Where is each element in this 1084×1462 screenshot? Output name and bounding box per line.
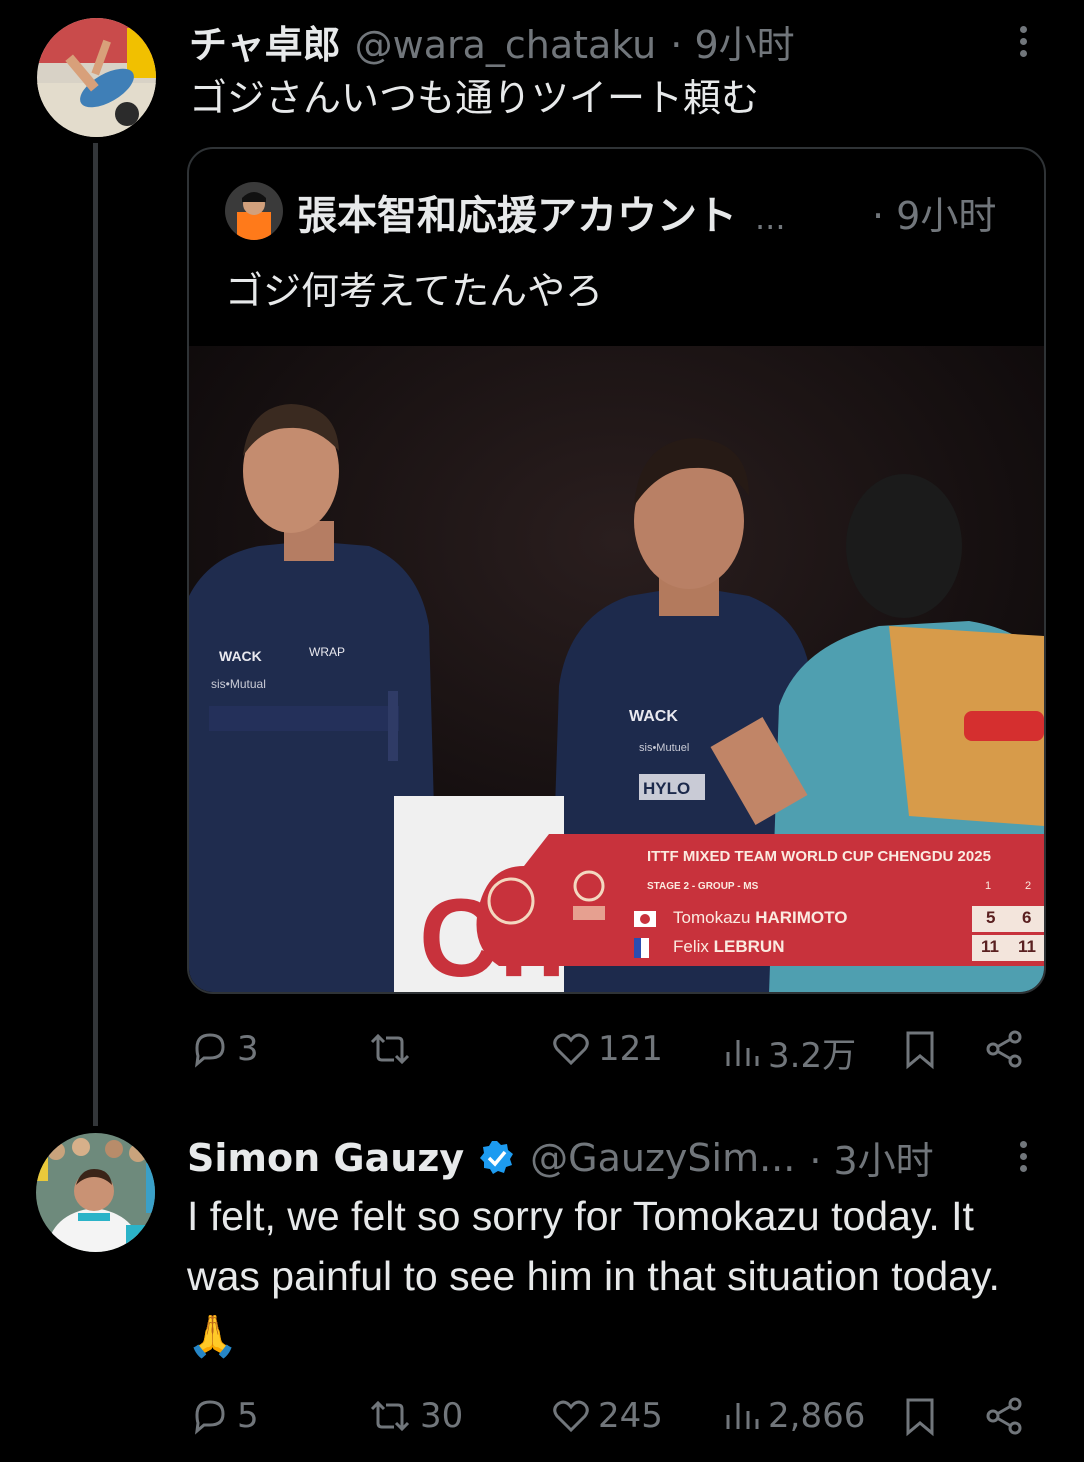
svg-text:HYLO: HYLO [643,779,690,798]
reply-icon [195,1400,225,1435]
quote-text: ゴジ何考えてたんやろ [225,269,604,313]
svg-text:sis•Mutuel: sis•Mutuel [639,742,689,754]
retweet-button[interactable] [366,1028,420,1070]
svg-text:WACK: WACK [629,708,678,725]
heart-icon [553,1033,589,1066]
share-icon [986,1397,1022,1435]
avatar[interactable] [36,1133,155,1252]
scoreboard-col-1: 1 [985,880,992,892]
player1-last-name: HARIMOTO [755,908,848,927]
view-count: 2,866 [768,1396,866,1436]
verified-badge-icon [480,1140,514,1174]
retweet-icon [370,1400,410,1432]
quoted-tweet[interactable]: 張本智和応援アカウント ... · 9小时 ゴジ何考えてたんやろ WACK si… [187,147,1046,994]
share-icon [986,1030,1022,1068]
views-icon [726,1039,759,1066]
retweet-icon [370,1033,410,1065]
reply-icon [195,1033,225,1068]
svg-text:WRAP: WRAP [309,645,345,659]
scoreboard-event: ITTF MIXED TEAM WORLD CUP CHENGDU 2025 [647,848,991,865]
reply-button[interactable]: 3 [189,1028,259,1070]
tweet-text: I felt, we felt so sorry for Tomokazu to… [187,1193,1000,1359]
more-options-icon[interactable] [1018,26,1030,62]
share-button[interactable] [983,1395,1027,1437]
player2-last-name: LEBRUN [713,937,785,956]
svg-text:sis•Mutual: sis•Mutual [211,677,266,691]
player2-game2: 11 [1018,937,1036,956]
bookmark-button[interactable] [900,1028,940,1070]
like-button[interactable]: 245 [550,1395,663,1437]
bookmark-icon [906,1031,934,1070]
player2-game1: 11 [981,937,999,956]
author-name[interactable]: Simon Gauzy [187,1136,464,1180]
view-count: 3.2万 [768,1036,857,1076]
player2-first-name: Felix [673,937,709,956]
thread-line [93,143,98,1126]
retweet-count: 30 [420,1396,464,1436]
bookmark-icon [906,1398,934,1437]
video-still: WACK sis•Mutual WRAP WACK sis•Mutuel HYL… [189,346,1044,992]
author-name[interactable]: チャ卓郎 [189,14,341,69]
share-button[interactable] [983,1028,1027,1070]
heart-icon [553,1400,589,1433]
more-options-icon[interactable] [1018,1141,1030,1177]
reply-count: 3 [237,1029,259,1069]
quote-name-ellipsis: ... [755,199,786,237]
scoreboard-col-2: 2 [1025,880,1032,892]
like-count: 121 [598,1029,663,1069]
reply-count: 5 [237,1396,259,1436]
avatar[interactable] [37,18,156,137]
timestamp[interactable]: · 9小时 [670,14,794,69]
author-handle[interactable]: @GauzySim... [530,1136,795,1180]
like-count: 245 [598,1396,663,1436]
views-button[interactable]: 2,866 [722,1395,865,1437]
views-button[interactable]: 3.2万 [722,1028,856,1077]
quote-timestamp: · 9小时 [872,194,997,238]
quote-avatar [225,182,283,240]
author-handle[interactable]: @wara_chataku [355,23,657,67]
like-button[interactable]: 121 [550,1028,663,1070]
player1-game2: 6 [1022,908,1032,927]
bookmark-button[interactable] [900,1395,940,1437]
views-icon [726,1403,759,1429]
player1-label: Tomokazu HARIMOTO [673,908,847,928]
svg-text:WACK: WACK [219,648,262,664]
player1-first-name: Tomokazu [673,908,751,927]
retweet-button[interactable]: 30 [366,1395,463,1437]
video-player[interactable]: WACK sis•Mutual WRAP WACK sis•Mutuel HYL… [189,346,1044,992]
player1-game1: 5 [986,908,996,927]
timestamp[interactable]: · 3小时 [809,1130,933,1185]
scoreboard-stage: STAGE 2 - GROUP - MS [647,881,759,892]
quote-author-name: 張本智和応援アカウント [297,193,737,239]
reply-button[interactable]: 5 [189,1395,259,1437]
tweet-text: ゴジさんいつも通りツイート頼む [189,76,760,120]
player2-label: Felix LEBRUN [673,937,784,957]
